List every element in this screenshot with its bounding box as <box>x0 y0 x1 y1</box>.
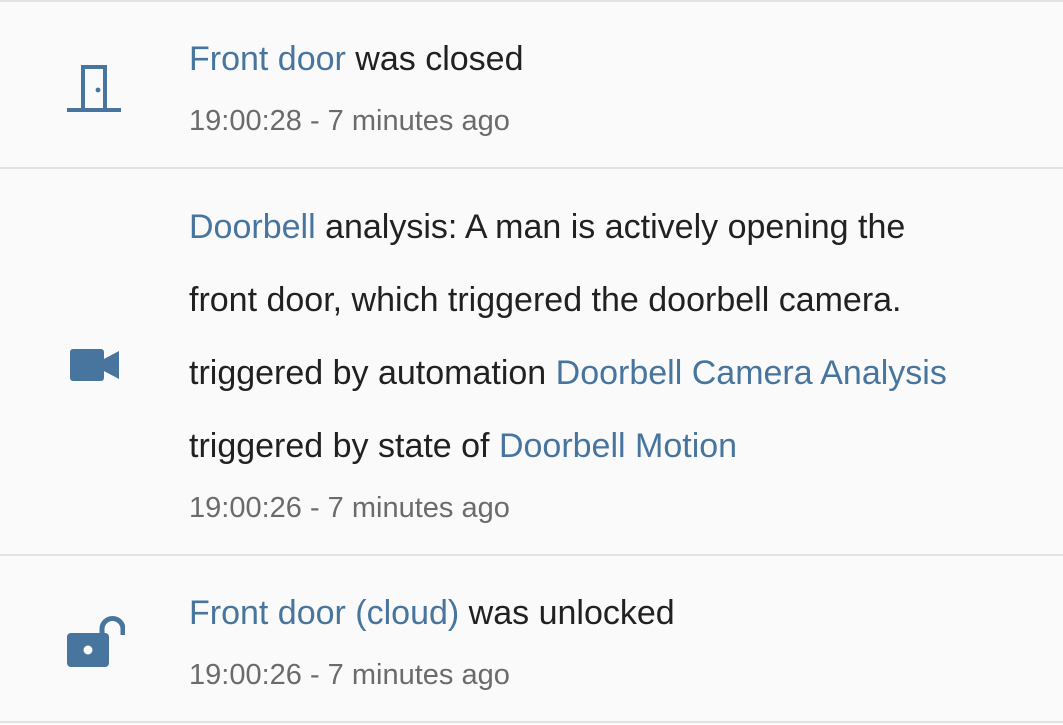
logbook-entry-doorbell-analysis: Doorbell analysis: A man is actively ope… <box>0 169 1063 554</box>
entry-action: was closed <box>345 40 524 78</box>
entry-timestamp: 19:00:28 - 7 minutes ago <box>189 104 510 138</box>
divider <box>0 721 1063 723</box>
logbook-entry-front-door-closed: Front door was closed 19:00:28 - 7 minut… <box>0 2 1063 167</box>
lock-open-icon <box>67 613 125 669</box>
entity-link-doorbell-motion[interactable]: Doorbell Motion <box>499 427 737 465</box>
entry-relative-time: 7 minutes ago <box>327 105 510 137</box>
entry-relative-time: 7 minutes ago <box>327 659 510 691</box>
entry-message-line-2: front door, which triggered the doorbell… <box>189 281 902 319</box>
entry-message: Front door (cloud) was unlocked <box>189 593 675 633</box>
entry-timestamp: 19:00:26 - 7 minutes ago <box>189 491 510 525</box>
logbook-list: Front door was closed 19:00:28 - 7 minut… <box>0 0 1063 725</box>
timestamp-separator: - <box>301 659 328 691</box>
entity-link-front-door-cloud[interactable]: Front door (cloud) <box>189 594 459 632</box>
timestamp-separator: - <box>301 105 328 137</box>
trigger-prefix: triggered by automation <box>189 354 556 392</box>
entity-link-front-door[interactable]: Front door <box>189 40 346 78</box>
entry-trigger-automation: triggered by automation Doorbell Camera … <box>189 353 947 393</box>
entry-message-line-1: Doorbell analysis: A man is actively ope… <box>189 207 905 247</box>
door-closed-icon <box>66 64 122 114</box>
entry-trigger-state: triggered by state of Doorbell Motion <box>189 426 737 466</box>
entry-time: 19:00:26 <box>189 492 302 524</box>
automation-link-doorbell-camera-analysis[interactable]: Doorbell Camera Analysis <box>556 354 947 392</box>
entry-relative-time: 7 minutes ago <box>327 492 510 524</box>
entry-message: Front door was closed <box>189 39 524 79</box>
entity-link-doorbell[interactable]: Doorbell <box>189 208 316 246</box>
entry-time: 19:00:26 <box>189 659 302 691</box>
entry-timestamp: 19:00:26 - 7 minutes ago <box>189 658 510 692</box>
trigger-prefix: triggered by state of <box>189 427 499 465</box>
video-camera-icon <box>70 349 120 381</box>
logbook-entry-front-door-unlocked: Front door (cloud) was unlocked 19:00:26… <box>0 556 1063 721</box>
timestamp-separator: - <box>301 492 328 524</box>
entry-message-text: analysis: A man is actively opening the <box>315 208 906 246</box>
entry-time: 19:00:28 <box>189 105 302 137</box>
entry-action: was unlocked <box>459 594 675 632</box>
